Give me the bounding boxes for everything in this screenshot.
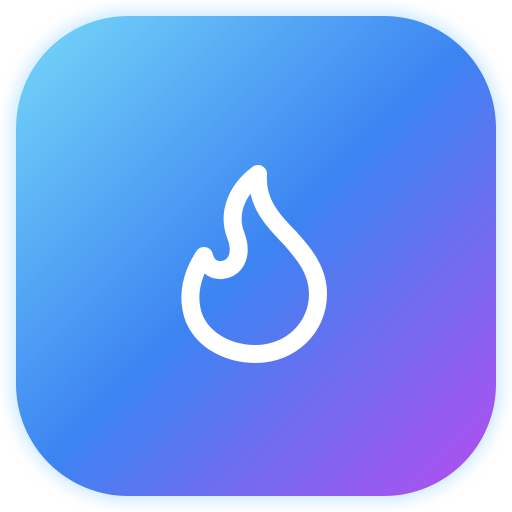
flame-icon — [16, 16, 496, 496]
app-icon-canvas — [0, 0, 512, 512]
app-icon-tile[interactable] — [16, 16, 496, 496]
